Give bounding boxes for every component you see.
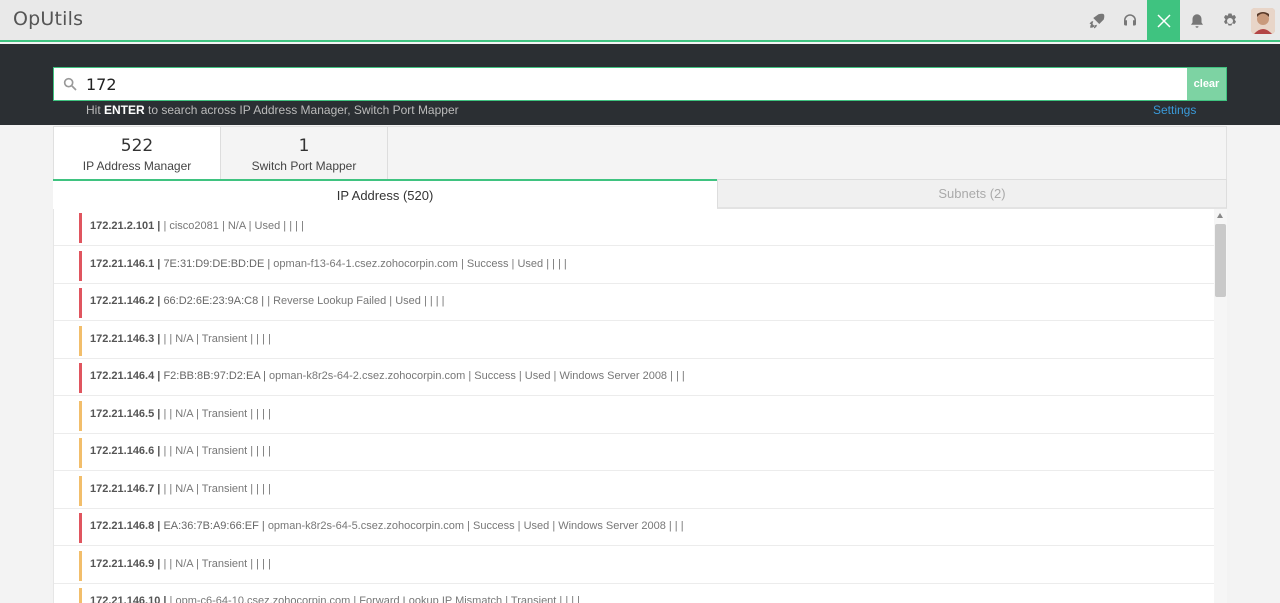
status-indicator — [79, 363, 82, 393]
table-row[interactable]: 172.21.146.1 | 7E:31:D9:DE:BD:DE | opman… — [54, 247, 1214, 284]
module-count: 1 — [298, 136, 310, 156]
gear-icon[interactable] — [1213, 0, 1247, 42]
row-ip: 172.21.146.5 | — [90, 407, 161, 420]
row-ip: 172.21.146.3 | — [90, 332, 161, 345]
row-details: | | N/A | Transient | | | | — [163, 445, 271, 457]
module-count: 522 — [120, 136, 154, 156]
close-button[interactable] — [1147, 0, 1180, 42]
table-row[interactable]: 172.21.146.8 | EA:36:7B:A9:66:EF | opman… — [54, 509, 1214, 546]
row-details: opman-k8r2s-64-5.csez.zohocorpin.com | S… — [267, 520, 684, 532]
row-details: | cisco2081 | N/A | Used | | | | — [163, 220, 304, 232]
table-row[interactable]: 172.21.146.2 | 66:D2:6E:23:9A:C8 | | Rev… — [54, 284, 1214, 321]
settings-link[interactable]: Settings — [1153, 103, 1196, 117]
status-indicator — [79, 475, 82, 506]
clear-button[interactable]: clear — [1187, 68, 1226, 100]
row-text: 172.21.146.1 | 7E:31:D9:DE:BD:DE | opman… — [90, 258, 567, 270]
row-ip: 172.21.146.10 | — [90, 595, 167, 603]
row-text: 172.21.2.101 | | cisco2081 | N/A | Used … — [90, 220, 304, 232]
status-indicator — [79, 438, 82, 468]
results-list: 172.21.2.101 | | cisco2081 | N/A | Used … — [53, 209, 1214, 603]
status-indicator — [79, 400, 82, 431]
status-indicator — [79, 550, 82, 581]
module-tab-ip-address-manager[interactable]: 522 IP Address Manager — [54, 127, 221, 181]
avatar[interactable] — [1251, 8, 1275, 34]
row-ip: 172.21.146.4 | — [90, 370, 161, 382]
status-indicator — [79, 288, 82, 318]
table-row[interactable]: 172.21.2.101 | | cisco2081 | N/A | Used … — [54, 209, 1214, 246]
row-details: opman-k8r2s-64-2.csez.zohocorpin.com | S… — [269, 370, 685, 382]
table-row[interactable]: 172.21.146.7 | | | N/A | Transient | | |… — [54, 472, 1214, 509]
hint-prefix: Hit — [86, 103, 101, 117]
row-details: | Reverse Lookup Failed | Used | | | | — [267, 295, 445, 307]
headset-icon[interactable] — [1113, 0, 1147, 42]
row-text: 172.21.146.3 | | | N/A | Transient | | |… — [90, 333, 271, 345]
module-name: IP Address Manager — [82, 159, 192, 173]
table-row[interactable]: 172.21.146.9 | | | N/A | Transient | | |… — [54, 547, 1214, 584]
table-row[interactable]: 172.21.146.6 | | | N/A | Transient | | |… — [54, 434, 1214, 471]
search-hint: Hit ENTER to search across IP Address Ma… — [86, 103, 459, 117]
close-icon — [1156, 14, 1171, 28]
tab-ip-address[interactable]: IP Address (520) — [53, 179, 717, 209]
row-mac: 66:D2:6E:23:9A:C8 | — [163, 295, 265, 307]
row-text: 172.21.146.7 | | | N/A | Transient | | |… — [90, 483, 271, 495]
hint-suffix: to search across IP Address Manager, Swi… — [148, 103, 459, 117]
row-ip: 172.21.146.1 | — [90, 257, 161, 270]
row-text: 172.21.146.8 | EA:36:7B:A9:66:EF | opman… — [90, 520, 684, 532]
scroll-up-arrow-icon[interactable] — [1217, 213, 1223, 218]
row-text: 172.21.146.2 | 66:D2:6E:23:9A:C8 | | Rev… — [90, 295, 445, 307]
rocket-icon[interactable] — [1080, 0, 1114, 42]
row-ip: 172.21.146.7 | — [90, 482, 161, 495]
search-box: clear — [53, 67, 1227, 101]
app-title: OpUtils — [13, 8, 84, 30]
scroll-thumb[interactable] — [1215, 224, 1226, 297]
module-tab-switch-port-mapper[interactable]: 1 Switch Port Mapper — [221, 127, 388, 181]
status-indicator — [79, 213, 82, 243]
row-text: 172.21.146.10 | | opm-c6-64-10.csez.zoho… — [90, 595, 580, 603]
row-details: | | N/A | Transient | | | | — [163, 482, 271, 495]
search-icon — [62, 76, 80, 94]
row-ip: 172.21.146.2 | — [90, 295, 161, 307]
row-details: | | N/A | Transient | | | | — [163, 332, 271, 345]
search-band: clear Hit ENTER to search across IP Addr… — [0, 44, 1280, 125]
table-row[interactable]: 172.21.146.10 | | opm-c6-64-10.csez.zoho… — [54, 584, 1214, 603]
search-input[interactable] — [86, 71, 1186, 97]
row-ip: 172.21.146.8 | — [90, 520, 161, 532]
row-text: 172.21.146.9 | | | N/A | Transient | | |… — [90, 558, 271, 570]
bell-icon[interactable] — [1180, 0, 1214, 42]
table-row[interactable]: 172.21.146.3 | | | N/A | Transient | | |… — [54, 322, 1214, 359]
row-details: | opm-c6-64-10.csez.zohocorpin.com | For… — [169, 595, 581, 603]
row-text: 172.21.146.5 | | | N/A | Transient | | |… — [90, 408, 271, 420]
module-name: Switch Port Mapper — [251, 159, 357, 173]
results-scrollbar[interactable] — [1214, 209, 1227, 603]
top-bar: OpUtils — [0, 0, 1280, 42]
row-mac: 7E:31:D9:DE:BD:DE | — [163, 257, 271, 270]
table-row[interactable]: 172.21.146.5 | | | N/A | Transient | | |… — [54, 397, 1214, 434]
table-row[interactable]: 172.21.146.4 | F2:BB:8B:97:D2:EA | opman… — [54, 359, 1214, 396]
status-indicator — [79, 513, 82, 543]
row-mac: F2:BB:8B:97:D2:EA | — [163, 370, 266, 382]
row-text: 172.21.146.4 | F2:BB:8B:97:D2:EA | opman… — [90, 370, 685, 382]
row-mac: EA:36:7B:A9:66:EF | — [163, 520, 265, 532]
hint-key: ENTER — [104, 103, 145, 117]
row-ip: 172.21.2.101 | — [90, 220, 161, 232]
row-details: | | N/A | Transient | | | | — [163, 407, 271, 420]
row-details: opman-f13-64-1.csez.zohocorpin.com | Suc… — [273, 257, 567, 270]
result-subtabs: IP Address (520) Subnets (2) — [53, 179, 1227, 209]
row-text: 172.21.146.6 | | | N/A | Transient | | |… — [90, 445, 271, 457]
status-indicator — [79, 325, 82, 356]
module-tabs: 522 IP Address Manager 1 Switch Port Map… — [53, 126, 1227, 181]
status-indicator — [79, 250, 82, 281]
row-ip: 172.21.146.9 | — [90, 557, 161, 570]
row-ip: 172.21.146.6 | — [90, 445, 161, 457]
status-indicator — [79, 588, 82, 603]
tab-subnets[interactable]: Subnets (2) — [717, 179, 1227, 209]
row-details: | | N/A | Transient | | | | — [163, 557, 271, 570]
